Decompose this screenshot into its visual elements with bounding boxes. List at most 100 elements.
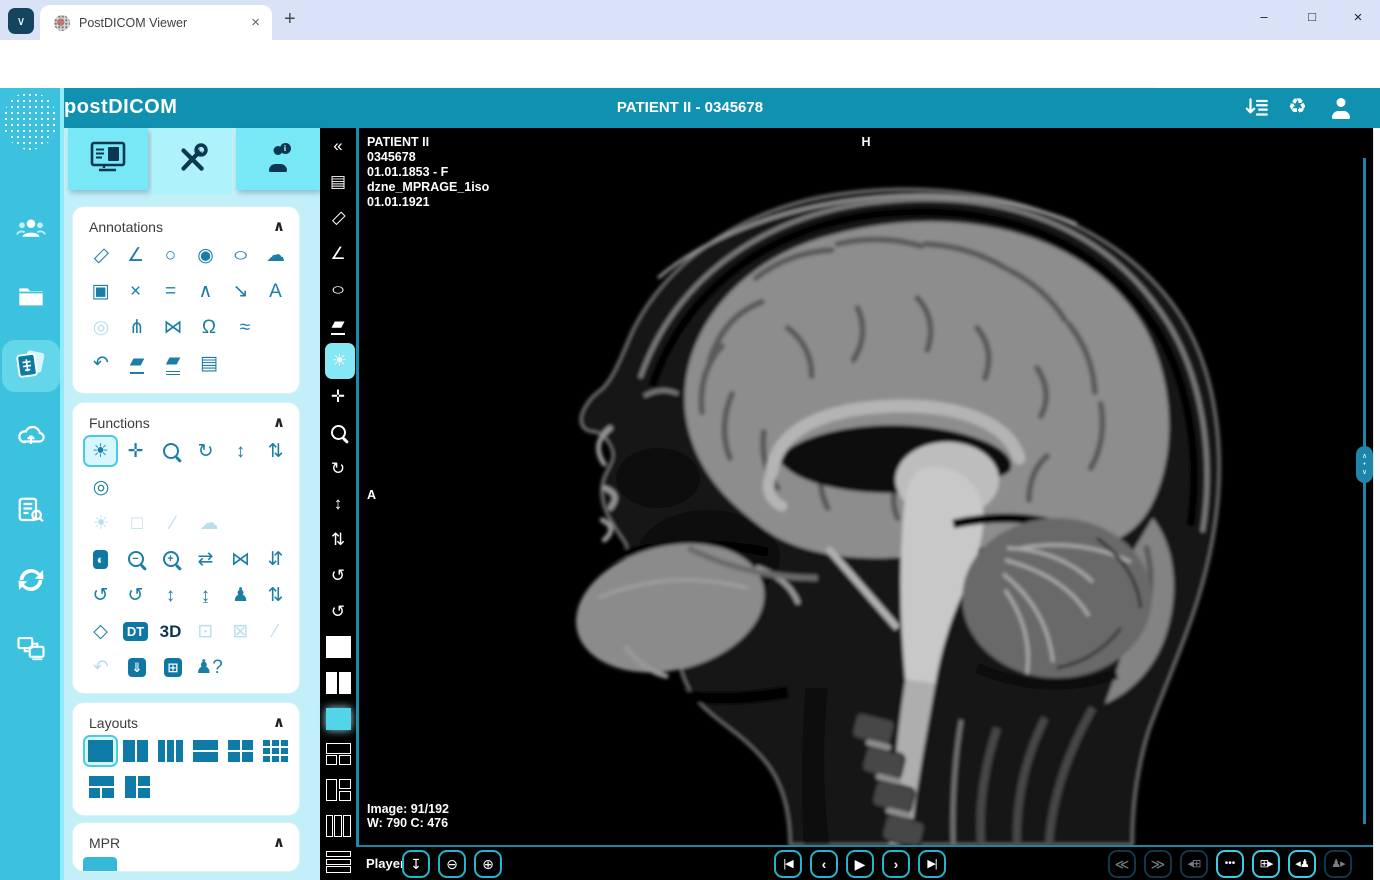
erase-annotation[interactable]: ▰ [119, 347, 155, 379]
layout-2x1[interactable] [188, 735, 223, 767]
browser-tab[interactable]: PostDICOM Viewer × [40, 5, 272, 40]
patient-orientation[interactable]: ♟ [223, 579, 258, 611]
window-level[interactable]: ☀ [324, 342, 355, 379]
tab-search-button[interactable]: ∨ [8, 8, 34, 34]
mpr-button-clipped[interactable] [83, 857, 117, 871]
rotate[interactable]: ↻ [320, 450, 356, 486]
invert[interactable]: ◐ [83, 543, 118, 575]
annotations-collapse-icon[interactable]: ∧ [273, 217, 285, 235]
layouts-collapse-icon[interactable]: ∧ [273, 713, 285, 731]
export-queue-icon[interactable] [1244, 95, 1270, 126]
flip-horizontal[interactable]: ⇄ [188, 543, 223, 575]
functions-collapse-icon[interactable]: ∧ [273, 413, 285, 431]
scroll-images[interactable]: ↕ [320, 486, 356, 522]
closed-freehand-tool[interactable]: Ω [191, 311, 227, 343]
undo-annotation[interactable]: ↶ [83, 347, 119, 379]
fit-vertical[interactable]: ↕ [153, 579, 188, 611]
patient-unknown[interactable]: ♟? [191, 651, 227, 683]
window-level[interactable]: ☀ [83, 435, 119, 467]
filled-ellipse-tool[interactable]: ◉ [188, 239, 223, 271]
undo-function[interactable]: ↶ [83, 651, 119, 683]
page-scrollbar[interactable] [1373, 128, 1380, 880]
select-region[interactable]: □ [119, 507, 155, 539]
window-maximize-button[interactable]: □ [1297, 9, 1327, 24]
layout-1-left-2-right[interactable] [119, 771, 155, 803]
tab-tools[interactable] [152, 128, 232, 195]
length-tool[interactable]: ▭ [83, 239, 118, 271]
stack-scroll[interactable]: ⇅ [258, 435, 293, 467]
last-image[interactable]: ▶| [918, 850, 946, 878]
sidebar-item-folders[interactable] [2, 272, 60, 324]
layout-1-top-2-bottom[interactable] [83, 771, 119, 803]
point-tool[interactable]: ◎ [83, 311, 119, 343]
freehand-tool[interactable]: ☁ [258, 239, 293, 271]
sidebar-item-share[interactable] [2, 624, 60, 676]
arrow-tool[interactable]: ↘ [223, 275, 258, 307]
spline-tool[interactable]: ≈ [227, 311, 263, 343]
account-icon[interactable] [1330, 98, 1352, 124]
freehand-region[interactable]: ☁ [191, 507, 227, 539]
scroll-images[interactable]: ↕ [223, 435, 258, 467]
reset-image[interactable]: ↺ [320, 558, 356, 594]
tab-patient-info[interactable]: i [236, 128, 320, 190]
image-viewport[interactable]: PATIENT II 0345678 01.01.1853 - F dzne_M… [359, 128, 1373, 845]
reset-image[interactable]: ↺ [83, 579, 118, 611]
cross-measure-tool[interactable]: × [118, 275, 153, 307]
new-tab-button[interactable]: + [284, 8, 296, 31]
view-report[interactable]: ▤ [320, 164, 356, 200]
stack-scroll[interactable]: ⇅ [320, 522, 356, 558]
zoom[interactable] [153, 435, 188, 467]
erase-all-annotations[interactable]: ▰ [155, 347, 191, 379]
layout-1-top-2-bottom[interactable] [320, 737, 356, 773]
branch-measure-tool[interactable]: ⋔ [119, 311, 155, 343]
parallel-lines-tool[interactable]: = [153, 275, 188, 307]
mpr-collapse-icon[interactable]: ∧ [273, 833, 285, 851]
layout-1x1[interactable] [83, 735, 119, 767]
zoom[interactable] [320, 414, 356, 450]
sidebar-item-patients[interactable] [2, 204, 60, 256]
next-image[interactable]: › [882, 850, 910, 878]
rotate-flip[interactable]: ⇵ [258, 543, 293, 575]
polyline-tool[interactable]: ∧ [188, 275, 223, 307]
flip-vertical[interactable]: ⋈ [223, 543, 258, 575]
sidebar-item-viewer[interactable] [2, 340, 60, 392]
localizer[interactable]: ◎ [83, 471, 119, 503]
window-close-button[interactable]: × [1343, 9, 1373, 26]
previous-series-page[interactable]: ≪ [1108, 850, 1136, 878]
more-series[interactable]: ••• [1216, 850, 1244, 878]
window-minimize-button[interactable]: – [1249, 9, 1279, 24]
collapse-panel[interactable]: « [320, 128, 356, 164]
sidebar-item-sync[interactable] [2, 556, 60, 608]
text-tool[interactable]: A [258, 275, 293, 307]
layout-2x2[interactable] [223, 735, 258, 767]
pan[interactable]: ✛ [320, 379, 356, 415]
play[interactable]: ▶ [846, 850, 874, 878]
zoom-out[interactable]: − [118, 543, 153, 575]
calibrate-2[interactable]: ∕ [258, 615, 293, 647]
recycle-bin-icon[interactable]: ♻ [1288, 96, 1307, 117]
next-series-layout[interactable]: ⊞▸ [1252, 850, 1280, 878]
ellipse-tool[interactable]: ○ [223, 239, 258, 271]
image-tag[interactable]: ◇ [83, 615, 118, 647]
next-patient[interactable]: ♟▸ [1324, 850, 1352, 878]
active-series-box[interactable] [320, 701, 356, 737]
layout-1x2[interactable] [320, 665, 356, 701]
speed-down[interactable]: ⊖ [438, 850, 466, 878]
previous-patient[interactable]: ◂♟ [1288, 850, 1316, 878]
reset-window-level[interactable]: ↺ [320, 593, 356, 629]
window-level-region[interactable]: ☀ [83, 507, 119, 539]
first-image[interactable]: |◀ [774, 850, 802, 878]
reset-window-level[interactable]: ↺ [118, 579, 153, 611]
tab-display-settings[interactable] [68, 128, 148, 190]
export-video[interactable]: ↧ [402, 850, 430, 878]
angle-tool[interactable]: ∠ [118, 239, 153, 271]
speed-up[interactable]: ⊕ [474, 850, 502, 878]
calibrate-length[interactable]: ∕ [155, 507, 191, 539]
roi-crop[interactable]: ⊠ [223, 615, 258, 647]
sidebar-item-upload[interactable] [2, 410, 60, 462]
fit-to-window[interactable]: ↨ [188, 579, 223, 611]
layout-1x3[interactable] [153, 735, 188, 767]
layout-1-left-2-right[interactable] [320, 772, 356, 808]
rectangle-tool[interactable]: ▣ [83, 275, 118, 307]
pan[interactable]: ✛ [118, 435, 153, 467]
